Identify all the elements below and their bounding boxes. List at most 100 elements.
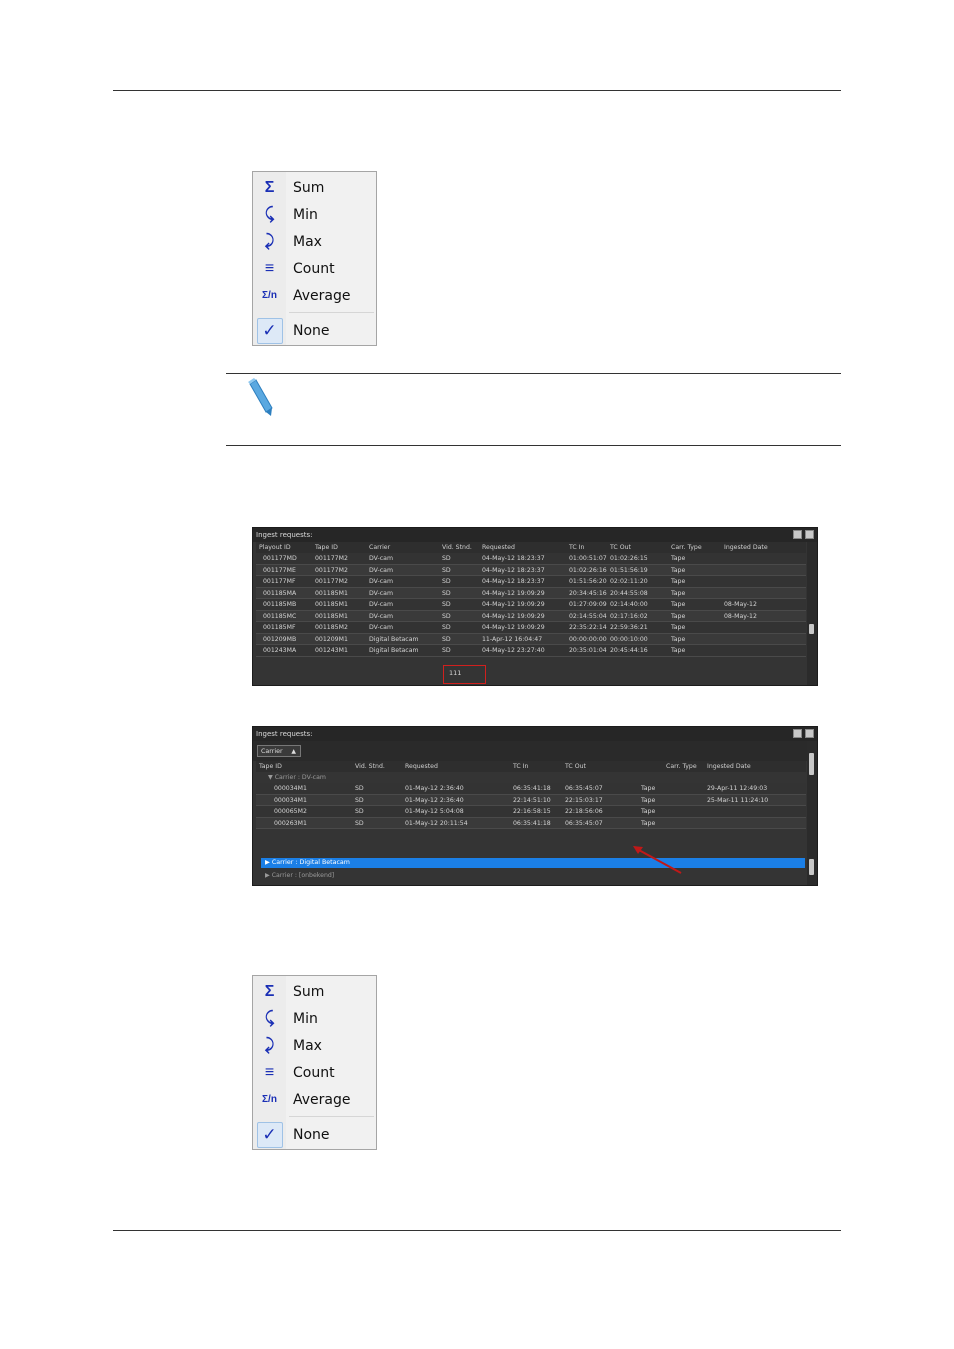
column-header[interactable]: Playout ID (256, 542, 312, 553)
options-button[interactable] (805, 530, 814, 539)
table-cell: SD (442, 612, 451, 620)
average-icon: Σ/n (262, 290, 277, 301)
table-cell: SD (355, 785, 364, 792)
column-header[interactable]: Tape ID (312, 542, 366, 553)
table-cell: Tape (641, 785, 656, 792)
layout-button[interactable] (793, 530, 802, 539)
summary-count-cell[interactable]: 111 (443, 665, 486, 684)
column-header[interactable]: TC In (510, 761, 562, 772)
menu-item-sum[interactable]: Σ Sum (253, 978, 376, 1005)
table-row[interactable]: 000263M1 SD 01-May-12 20:11:54 06:35:41:18 0… (256, 817, 806, 829)
table-cell (721, 553, 801, 564)
column-header[interactable]: TC Out (562, 761, 638, 772)
menu-item-label: Sum (293, 179, 325, 196)
table-cell: 001177ME (263, 566, 296, 574)
menu-item-label: Average (293, 1091, 351, 1108)
table-cell: 001209M1 (315, 635, 348, 643)
table-cell: 000263M1 (274, 819, 307, 827)
table-cell: 29-Apr-11 12:49:03 (707, 785, 768, 792)
table-cell: 22:35:22:14 (569, 624, 607, 631)
grid-body: Tape ID Vid. Stnd. Requested TC In TC Out Car… (256, 761, 806, 829)
column-header[interactable]: TC In (566, 542, 607, 553)
table-row[interactable]: 001177MF 001177M2 DV-cam SD 04-May-12 18:23:… (256, 576, 806, 588)
menu-item-average[interactable]: Σ/n Average (253, 282, 376, 309)
menu-item-count[interactable]: ≡ Count (253, 255, 376, 282)
min-icon: ⤹ (264, 1009, 275, 1027)
menu-item-max[interactable]: ⤸ Max (253, 228, 376, 255)
table-cell: 04-May-12 18:23:37 (482, 566, 545, 574)
table-cell: 25-Mar-11 11:24:10 (707, 796, 769, 804)
column-header[interactable]: Carrier (366, 542, 439, 553)
table-cell: 08-May-12 (724, 601, 757, 608)
menu-item-label: Count (293, 260, 335, 277)
table-cell: DV-cam (369, 601, 393, 608)
table-row[interactable]: 001209MB 001209M1 Digital Betacam SD 11-Apr-… (256, 633, 806, 645)
table-row[interactable]: 001243MA 001243M1 Digital Betacam SD 04-May-… (256, 645, 806, 657)
menu-item-label: None (293, 1127, 330, 1143)
table-cell: 000034M1 (274, 796, 307, 804)
layout-button[interactable] (793, 729, 802, 738)
table-row[interactable]: 001185MA 001185M1 DV-cam SD 04-May-12 19:09:… (256, 587, 806, 599)
table-cell: Tape (671, 566, 686, 574)
table-row[interactable]: 000034M1 SD 01-May-12 2:36:40 06:35:41:18 06… (256, 783, 806, 795)
group-row[interactable]: ▶ Carrier : [onbekend] (253, 870, 334, 881)
table-cell: 001243M1 (315, 647, 348, 654)
menu-item-max[interactable]: ⤸ Max (253, 1032, 376, 1059)
table-cell: SD (442, 624, 451, 631)
menu-item-sum[interactable]: Σ Sum (253, 174, 376, 201)
table-cell: 20:34:45:16 (569, 589, 607, 597)
menu-item-label: Count (293, 1064, 335, 1081)
table-cell: 20:35:01:04 (569, 647, 607, 654)
vertical-scrollbar[interactable] (807, 542, 817, 685)
table-row[interactable]: 000034M1 SD 01-May-12 2:36:40 22:14:51:10 22… (256, 794, 806, 806)
grid-header: Tape ID Vid. Stnd. Requested TC In TC Out Car… (256, 761, 806, 772)
count-icon: ≡ (264, 259, 275, 277)
column-header[interactable]: Carr. Type (668, 542, 721, 553)
column-header[interactable]: Ingested Date (721, 542, 801, 553)
group-chip-carrier[interactable]: Carrier ▲ (257, 745, 301, 757)
column-header[interactable]: Tape ID (256, 761, 352, 772)
table-cell: 06:35:45:07 (565, 819, 603, 827)
menu-item-none[interactable]: ✓ None (253, 1120, 376, 1150)
table-row[interactable]: 001185MC 001185M1 DV-cam SD 04-May-12 19:09:… (256, 610, 806, 622)
table-row[interactable]: 001185MB 001185M1 DV-cam SD 04-May-12 19:09:… (256, 599, 806, 611)
table-cell: DV-cam (369, 566, 393, 574)
column-header[interactable]: TC Out (607, 542, 668, 553)
table-cell (704, 818, 806, 829)
menu-item-average[interactable]: Σ/n Average (253, 1086, 376, 1113)
table-cell (721, 588, 801, 599)
column-header[interactable]: Carr. Type (638, 761, 704, 772)
note-top-rule (226, 373, 841, 374)
check-icon: ✓ (256, 318, 283, 344)
menu-item-min[interactable]: ⤹ Min (253, 1005, 376, 1032)
table-row[interactable]: 001185MF 001185M2 DV-cam SD 04-May-12 19:09:… (256, 622, 806, 634)
table-cell: 22:14:51:10 (513, 796, 551, 804)
table-row[interactable]: 001177MD 001177M2 DV-cam SD 04-May-12 18:23:… (256, 553, 806, 565)
menu-item-min[interactable]: ⤹ Min (253, 201, 376, 228)
group-row-selected[interactable]: ▶ Carrier : Digital Betacam (261, 858, 805, 868)
column-header[interactable]: Ingested Date (704, 761, 806, 772)
table-row[interactable]: 001177ME 001177M2 DV-cam SD 04-May-12 18:23:… (256, 564, 806, 576)
column-header[interactable]: Requested (402, 761, 510, 772)
ingest-requests-grouped-grid: Ingest requests: Carrier ▲ Tape ID Vid. St… (252, 726, 818, 886)
sigma-icon: Σ (264, 982, 275, 1000)
menu-item-label: Max (293, 1037, 322, 1054)
table-cell: Tape (671, 647, 686, 654)
group-row-expanded[interactable]: ▼ Carrier : DV-cam (256, 772, 806, 783)
column-header[interactable]: Vid. Stnd. (439, 542, 479, 553)
table-row[interactable]: 000065M2 SD 01-May-12 5:04:08 22:16:58:15 22… (256, 806, 806, 818)
table-cell: 04-May-12 18:23:37 (482, 555, 545, 562)
menu-item-label: Sum (293, 983, 325, 1000)
table-cell: 11-Apr-12 16:04:47 (482, 635, 543, 643)
table-cell: 02:14:40:00 (610, 601, 648, 608)
menu-item-none[interactable]: ✓ None (253, 316, 376, 346)
table-cell: 001177M2 (315, 578, 348, 585)
note-bottom-rule (226, 445, 841, 446)
options-button[interactable] (805, 729, 814, 738)
column-header[interactable]: Requested (479, 542, 566, 553)
menu-item-count[interactable]: ≡ Count (253, 1059, 376, 1086)
menu-item-label: None (293, 323, 330, 339)
vertical-scrollbar[interactable] (807, 741, 817, 885)
column-header[interactable]: Vid. Stnd. (352, 761, 402, 772)
table-cell: 20:45:44:16 (610, 647, 648, 654)
